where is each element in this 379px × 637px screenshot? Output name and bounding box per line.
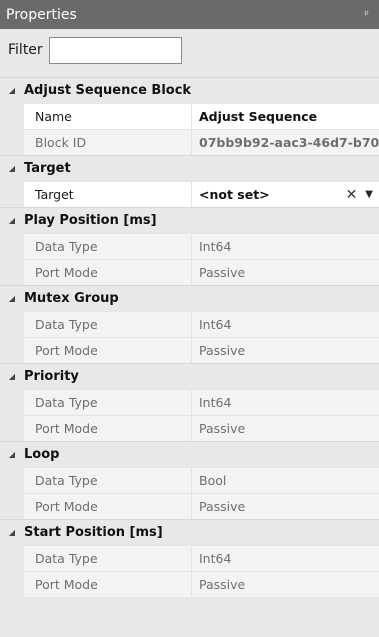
filter-input[interactable] xyxy=(48,36,182,64)
section-header[interactable]: ◢ Priority xyxy=(0,363,379,389)
section-title: Target xyxy=(24,161,71,176)
collapse-arrow-icon[interactable]: ◢ xyxy=(0,216,24,225)
property-value[interactable]: 07bb9b92-aac3-46d7-b704 xyxy=(192,130,379,155)
property-value[interactable]: Passive xyxy=(192,338,379,363)
section-title: Start Position [ms] xyxy=(24,525,163,540)
property-name: Data Type xyxy=(24,390,192,415)
property-value[interactable]: Passive xyxy=(192,416,379,441)
pin-icon[interactable]: ᵖ xyxy=(364,8,369,21)
property-name: Data Type xyxy=(24,546,192,571)
property-name: Port Mode xyxy=(24,572,192,597)
collapse-arrow-icon[interactable]: ◢ xyxy=(0,86,24,95)
property-name: Port Mode xyxy=(24,338,192,363)
property-value[interactable]: Int64 xyxy=(192,234,379,259)
properties-panel: Properties ᵖ Filter ◢ Adjust Sequence Bl… xyxy=(0,0,379,637)
property-name: Target xyxy=(24,182,192,207)
clear-icon[interactable]: ✕ xyxy=(346,187,358,203)
property-value[interactable]: Passive xyxy=(192,494,379,519)
section-header[interactable]: ◢ Target xyxy=(0,155,379,181)
section-title: Mutex Group xyxy=(24,291,119,306)
property-name: Name xyxy=(24,104,192,129)
property-name: Data Type xyxy=(24,234,192,259)
property-row[interactable]: Port Mode Passive xyxy=(0,337,379,363)
property-row[interactable]: Block ID 07bb9b92-aac3-46d7-b704 xyxy=(0,129,379,155)
target-selector[interactable]: <not set> ✕ ▼ xyxy=(192,182,379,207)
property-grid: ◢ Adjust Sequence Block Name Adjust Sequ… xyxy=(0,77,379,597)
section-header[interactable]: ◢ Play Position [ms] xyxy=(0,207,379,233)
property-row[interactable]: Target <not set> ✕ ▼ xyxy=(0,181,379,207)
section-title: Loop xyxy=(24,447,60,462)
property-row[interactable]: Port Mode Passive xyxy=(0,415,379,441)
collapse-arrow-icon[interactable]: ◢ xyxy=(0,450,24,459)
section-header[interactable]: ◢ Start Position [ms] xyxy=(0,519,379,545)
property-row[interactable]: Port Mode Passive xyxy=(0,259,379,285)
property-value[interactable]: Bool xyxy=(192,468,379,493)
filter-row: Filter xyxy=(0,29,379,71)
collapse-arrow-icon[interactable]: ◢ xyxy=(0,372,24,381)
dropdown-arrow-icon[interactable]: ▼ xyxy=(365,189,373,200)
section-title: Adjust Sequence Block xyxy=(24,83,192,98)
collapse-arrow-icon[interactable]: ◢ xyxy=(0,528,24,537)
property-value[interactable]: Adjust Sequence xyxy=(192,104,379,129)
property-value[interactable]: Int64 xyxy=(192,312,379,337)
property-row[interactable]: Name Adjust Sequence xyxy=(0,103,379,129)
section-header[interactable]: ◢ Loop xyxy=(0,441,379,467)
filter-label: Filter xyxy=(8,42,43,58)
property-name: Port Mode xyxy=(24,494,192,519)
property-name: Data Type xyxy=(24,468,192,493)
property-row[interactable]: Data Type Int64 xyxy=(0,311,379,337)
section-header[interactable]: ◢ Adjust Sequence Block xyxy=(0,77,379,103)
property-value[interactable]: Passive xyxy=(192,572,379,597)
property-value[interactable]: Int64 xyxy=(192,546,379,571)
section-title: Priority xyxy=(24,369,79,384)
property-name: Port Mode xyxy=(24,416,192,441)
property-name: Port Mode xyxy=(24,260,192,285)
property-value[interactable]: Int64 xyxy=(192,390,379,415)
property-row[interactable]: Port Mode Passive xyxy=(0,493,379,519)
property-row[interactable]: Data Type Int64 xyxy=(0,233,379,259)
section-header[interactable]: ◢ Mutex Group xyxy=(0,285,379,311)
property-row[interactable]: Data Type Int64 xyxy=(0,389,379,415)
property-name: Data Type xyxy=(24,312,192,337)
property-row[interactable]: Data Type Int64 xyxy=(0,545,379,571)
collapse-arrow-icon[interactable]: ◢ xyxy=(0,294,24,303)
property-value[interactable]: Passive xyxy=(192,260,379,285)
section-title: Play Position [ms] xyxy=(24,213,157,228)
property-row[interactable]: Port Mode Passive xyxy=(0,571,379,597)
target-controls: ✕ ▼ xyxy=(346,187,373,203)
collapse-arrow-icon[interactable]: ◢ xyxy=(0,164,24,173)
property-row[interactable]: Data Type Bool xyxy=(0,467,379,493)
property-name: Block ID xyxy=(24,130,192,155)
panel-title: Properties xyxy=(6,6,77,23)
property-value: <not set> xyxy=(199,187,270,202)
panel-titlebar: Properties ᵖ xyxy=(0,0,379,29)
